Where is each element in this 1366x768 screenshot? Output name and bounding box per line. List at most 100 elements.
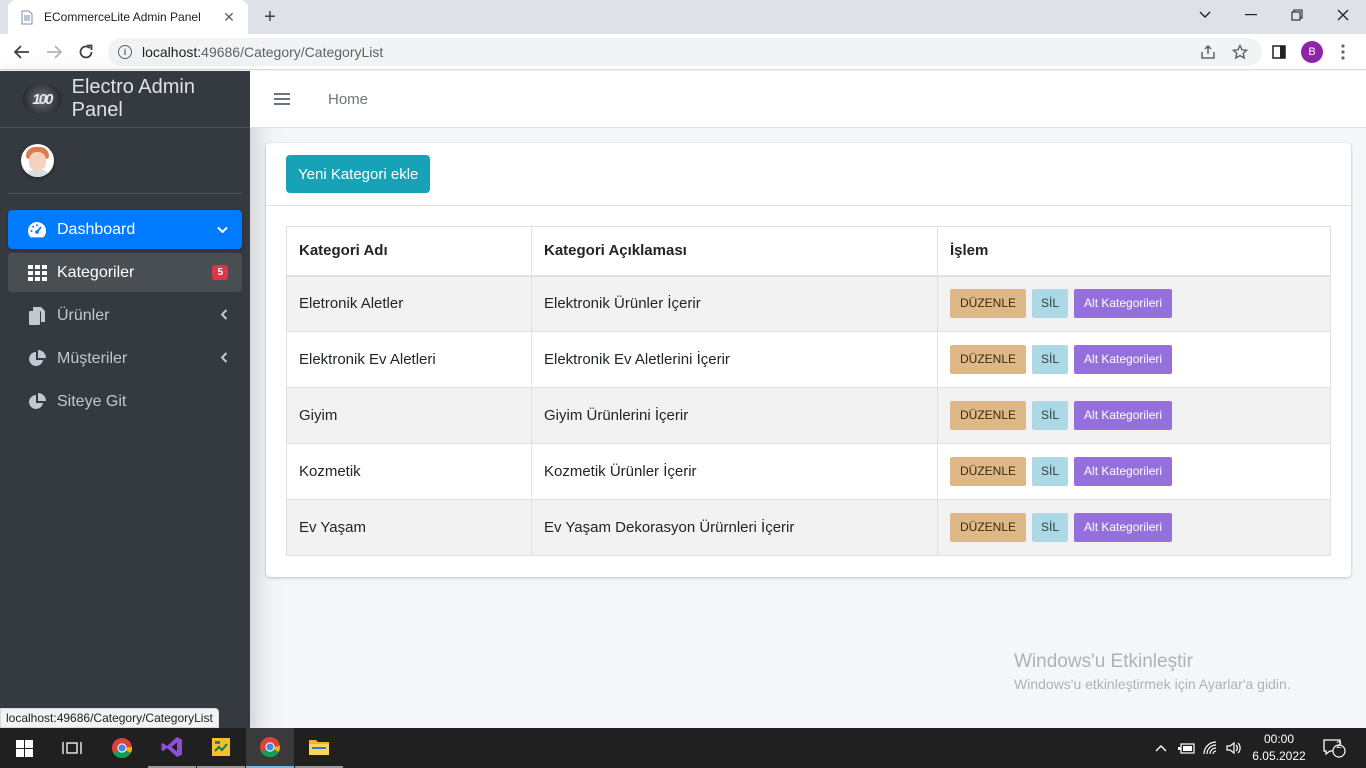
address-bar: i localhost:49686/Category/CategoryList … xyxy=(0,34,1366,70)
subcategories-button[interactable]: Alt Kategorileri xyxy=(1074,513,1173,542)
sidebar-item-label: Siteye Git xyxy=(57,392,127,410)
sidebar-item-label: Müşteriler xyxy=(57,349,128,367)
new-tab-icon[interactable]: + xyxy=(258,5,282,29)
table-row: Giyim Giyim Ürünlerini İçerir DÜZENLE SİL… xyxy=(286,387,1331,444)
subcategories-button[interactable]: Alt Kategorileri xyxy=(1074,401,1173,430)
user-avatar[interactable] xyxy=(21,144,54,177)
browser-menu-icon[interactable] xyxy=(1333,42,1353,62)
delete-button[interactable]: SİL xyxy=(1032,345,1069,374)
brand-link[interactable]: 100 Electro Admin Panel xyxy=(0,71,250,128)
table-header-row: Kategori Adı Kategori Açıklaması İşlem xyxy=(286,226,1331,277)
windows-activation-watermark: Windows'u Etkinleştir Windows'u etkinleş… xyxy=(1014,651,1291,692)
table-row: Ev Yaşam Ev Yaşam Dekorasyon Ürürnleri İ… xyxy=(286,499,1331,556)
tab-close-icon[interactable]: ✕ xyxy=(220,9,238,26)
volume-icon[interactable] xyxy=(1226,728,1242,768)
tab-title: ECommerceLite Admin Panel xyxy=(44,10,201,24)
category-table: Kategori Adı Kategori Açıklaması İşlem E… xyxy=(286,226,1331,556)
browser-tab-strip: ECommerceLite Admin Panel ✕ + xyxy=(0,0,1366,34)
copy-icon xyxy=(26,305,48,327)
add-category-button[interactable]: Yeni Kategori ekle xyxy=(286,155,431,193)
home-link[interactable]: Home xyxy=(328,91,368,108)
category-description-cell: Giyim Ürünlerini İçerir xyxy=(531,387,938,444)
edit-button[interactable]: DÜZENLE xyxy=(950,289,1027,319)
table-row: Kozmetik Kozmetik Ürünler İçerir DÜZENLE… xyxy=(286,443,1331,500)
url-path: 49686/Category/CategoryList xyxy=(201,44,384,60)
delete-button[interactable]: SİL xyxy=(1032,457,1069,486)
sidebar-item-label: Dashboard xyxy=(57,220,136,238)
visual-studio-taskbar-icon[interactable] xyxy=(148,728,196,768)
hamburger-menu-icon[interactable] xyxy=(274,93,290,105)
battery-icon[interactable] xyxy=(1178,728,1196,768)
profile-avatar[interactable]: B xyxy=(1301,41,1323,63)
window-close-icon[interactable] xyxy=(1320,0,1366,30)
actions-cell: DÜZENLE SİL Alt Kategorileri xyxy=(937,499,1331,556)
subcategories-button[interactable]: Alt Kategorileri xyxy=(1074,289,1173,319)
sidebar-item-urunler[interactable]: Ürünler xyxy=(8,296,242,335)
table-row: Eletronik Aletler Elektronik Ürünler İçe… xyxy=(286,275,1331,332)
share-icon[interactable] xyxy=(1198,42,1218,62)
taskbar-clock[interactable]: 00:00 6.05.2022 xyxy=(1248,731,1310,765)
windows-taskbar: 00:00 6.05.2022 2 xyxy=(0,728,1366,768)
tab-search-icon[interactable] xyxy=(1182,0,1228,30)
task-view-icon[interactable] xyxy=(48,728,96,768)
edit-button[interactable]: DÜZENLE xyxy=(950,401,1027,430)
category-description-cell: Elektronik Ürünler İçerir xyxy=(531,275,938,332)
show-hidden-icons[interactable] xyxy=(1155,728,1167,768)
sidebar-nav: Dashboard Kategoriler 5 Ürünler Müşteril… xyxy=(0,194,250,421)
sidebar-item-dashboard[interactable]: Dashboard xyxy=(8,210,242,249)
category-name-cell: Kozmetik xyxy=(286,443,532,500)
chevron-down-icon xyxy=(217,223,228,237)
count-badge: 5 xyxy=(212,265,228,280)
chrome-active-taskbar-icon[interactable] xyxy=(246,728,294,768)
forward-icon[interactable] xyxy=(42,40,66,64)
network-icon[interactable] xyxy=(1203,728,1219,768)
file-explorer-taskbar-icon[interactable] xyxy=(295,728,343,768)
actions-cell: DÜZENLE SİL Alt Kategorileri xyxy=(937,275,1331,332)
category-description-cell: Kozmetik Ürünler İçerir xyxy=(531,443,938,500)
chevron-left-icon xyxy=(220,308,228,323)
clock-date: 6.05.2022 xyxy=(1252,749,1306,763)
editor-taskbar-icon[interactable] xyxy=(197,728,245,768)
delete-button[interactable]: SİL xyxy=(1032,289,1069,319)
url-field[interactable]: i localhost:49686/Category/CategoryList xyxy=(108,38,1262,66)
actions-cell: DÜZENLE SİL Alt Kategorileri xyxy=(937,331,1331,388)
delete-button[interactable]: SİL xyxy=(1032,513,1069,542)
edit-button[interactable]: DÜZENLE xyxy=(950,457,1027,486)
table-row: Elektronik Ev Aletleri Elektronik Ev Ale… xyxy=(286,331,1331,388)
back-icon[interactable] xyxy=(10,40,34,64)
browser-tab[interactable]: ECommerceLite Admin Panel ✕ xyxy=(8,0,248,34)
clock-time: 00:00 xyxy=(1263,732,1295,746)
grid-icon xyxy=(26,262,48,284)
chevron-left-icon xyxy=(220,351,228,366)
dashboard-gauge-icon xyxy=(26,219,48,241)
category-card: Yeni Kategori ekle Kategori Adı Kategori… xyxy=(266,143,1351,577)
brand-logo: 100 xyxy=(22,83,62,115)
subcategories-button[interactable]: Alt Kategorileri xyxy=(1074,345,1173,374)
category-description-cell: Ev Yaşam Dekorasyon Ürürnleri İçerir xyxy=(531,499,938,556)
actions-cell: DÜZENLE SİL Alt Kategorileri xyxy=(937,387,1331,444)
category-name-cell: Elektronik Ev Aletleri xyxy=(286,331,532,388)
side-panel-icon[interactable] xyxy=(1269,42,1289,62)
sidebar-item-siteye-git[interactable]: Siteye Git xyxy=(8,382,242,421)
edit-button[interactable]: DÜZENLE xyxy=(950,513,1027,542)
reload-icon[interactable] xyxy=(74,40,98,64)
bookmark-star-icon[interactable] xyxy=(1230,42,1250,62)
sidebar-item-musteriler[interactable]: Müşteriler xyxy=(8,339,242,378)
restore-icon[interactable] xyxy=(1274,0,1320,30)
windows-start-icon[interactable] xyxy=(0,728,48,768)
sidebar-item-kategoriler[interactable]: Kategoriler 5 xyxy=(8,253,242,292)
actions-cell: DÜZENLE SİL Alt Kategorileri xyxy=(937,443,1331,500)
top-navbar: Home xyxy=(250,71,1366,128)
delete-button[interactable]: SİL xyxy=(1032,401,1069,430)
category-name-cell: Ev Yaşam xyxy=(286,499,532,556)
notification-center-icon[interactable]: 2 xyxy=(1322,728,1346,768)
edit-button[interactable]: DÜZENLE xyxy=(950,345,1027,374)
subcategories-button[interactable]: Alt Kategorileri xyxy=(1074,457,1173,486)
pie-chart-icon xyxy=(26,348,48,370)
site-info-icon[interactable]: i xyxy=(118,45,132,59)
card-header: Yeni Kategori ekle xyxy=(266,143,1351,206)
minimize-icon[interactable] xyxy=(1228,0,1274,30)
chrome-taskbar-icon[interactable] xyxy=(98,728,146,768)
sidebar: 100 Electro Admin Panel Dashboard Katego… xyxy=(0,71,250,728)
column-header-actions: İşlem xyxy=(937,226,1331,277)
